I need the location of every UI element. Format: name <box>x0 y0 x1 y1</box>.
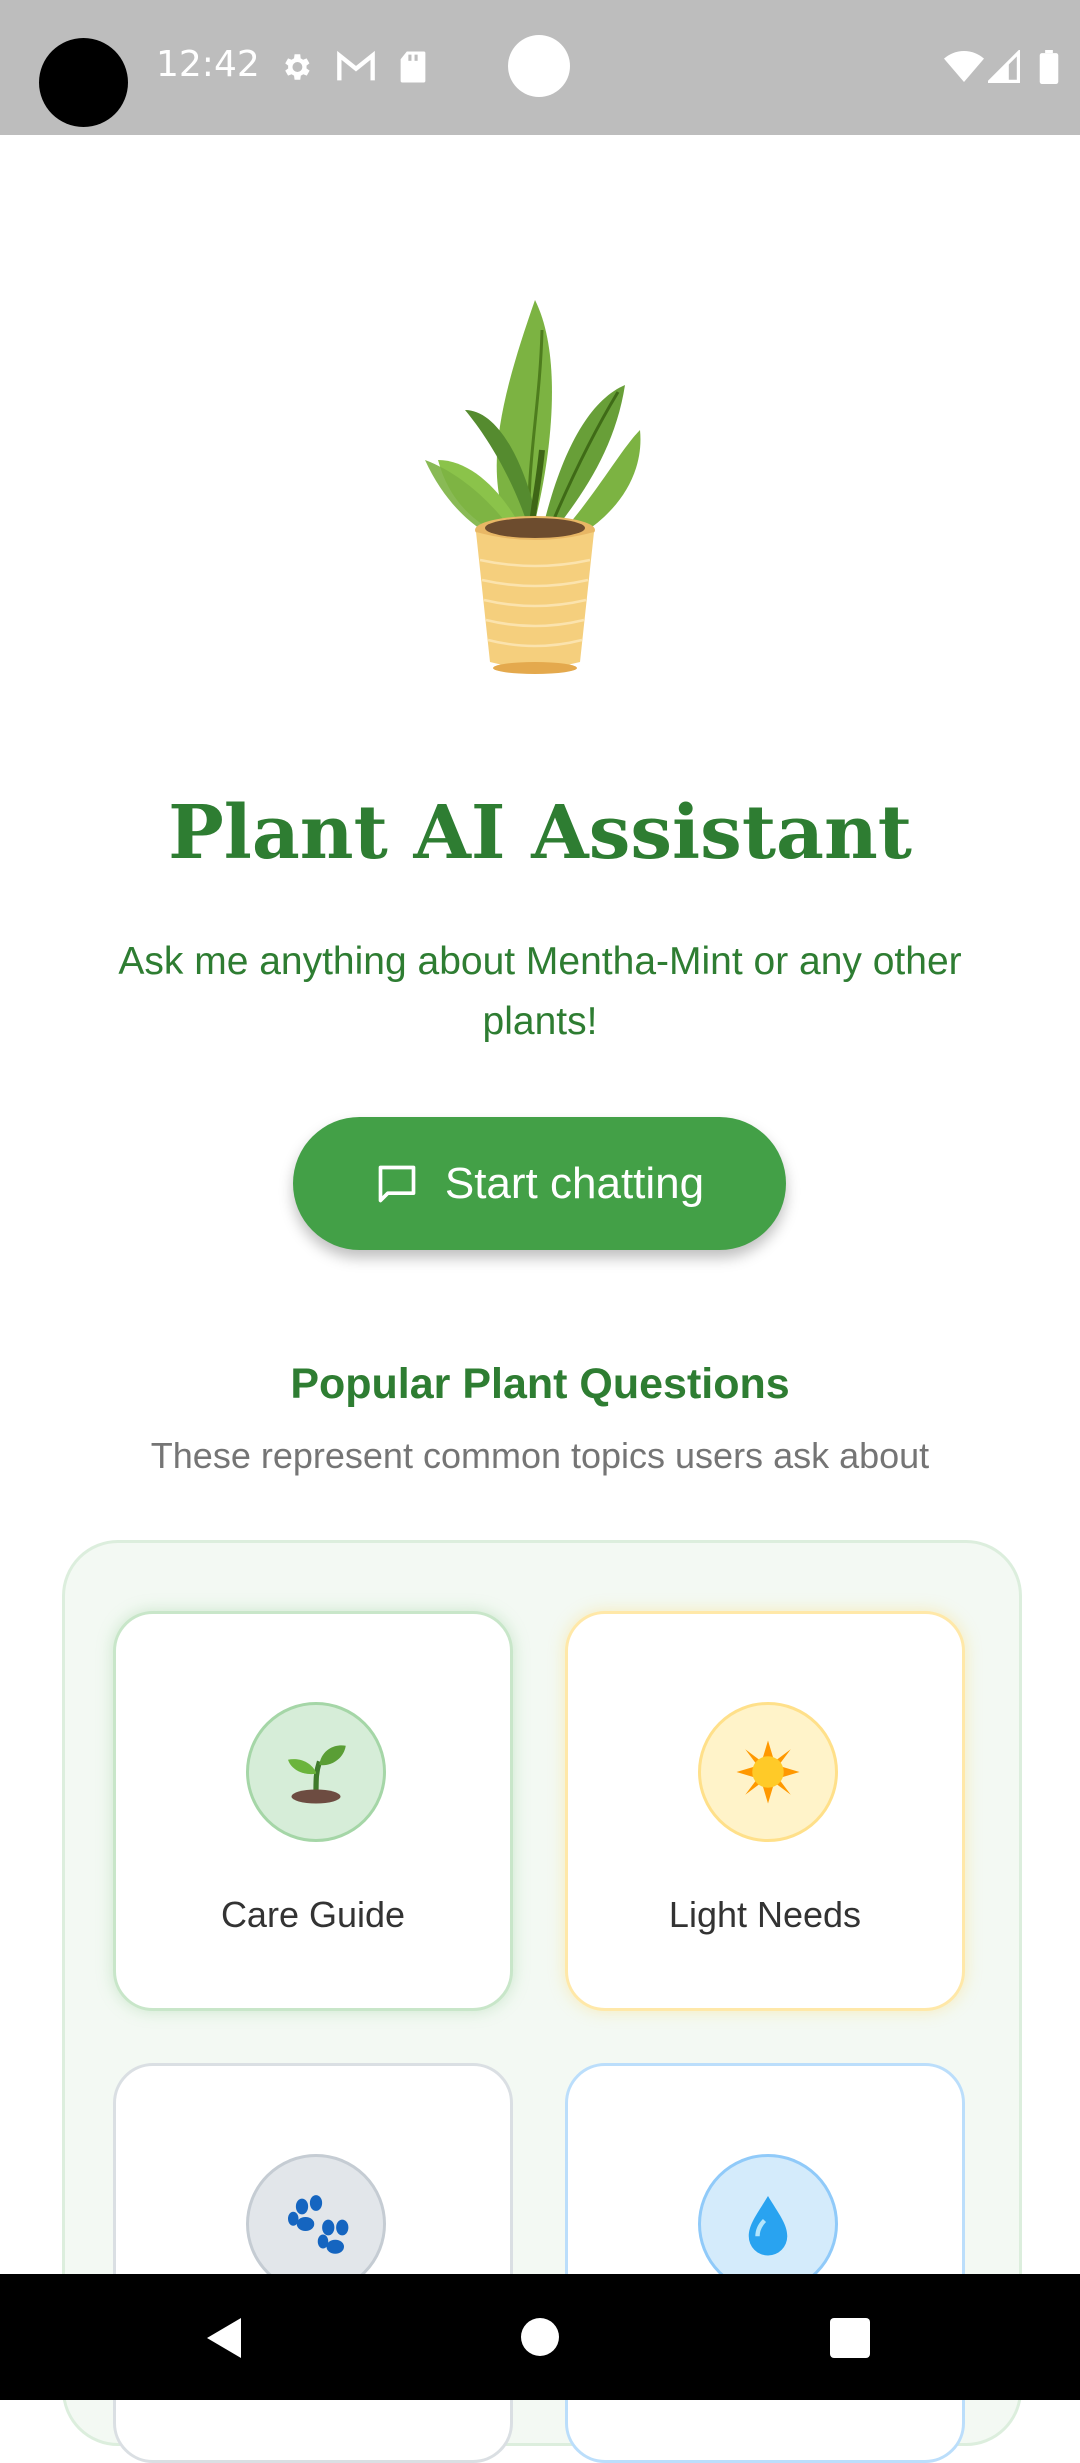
camera-cutout <box>39 38 128 127</box>
settings-icon <box>285 54 310 80</box>
back-icon[interactable] <box>204 2316 246 2360</box>
home-icon[interactable] <box>520 2317 560 2357</box>
status-bar: 12:42 <box>0 0 1080 135</box>
water-drop-icon <box>698 2154 838 2294</box>
topic-card-light-needs[interactable]: Light Needs <box>565 1611 965 2011</box>
start-chatting-button[interactable]: Start chatting <box>293 1117 786 1250</box>
recents-icon[interactable] <box>830 2318 870 2358</box>
sun-icon <box>698 1702 838 1842</box>
status-indicator-dot <box>508 35 570 97</box>
navigation-bar <box>0 2274 1080 2400</box>
section-title: Popular Plant Questions <box>290 1360 790 1408</box>
gmail-icon <box>337 50 375 81</box>
page-title: Plant AI Assistant <box>168 790 912 876</box>
topic-card-label: Light Needs <box>668 1894 862 1935</box>
seedling-icon <box>246 1702 386 1842</box>
chat-bubble-icon <box>378 1165 416 1202</box>
section-subtitle: These represent common topics users ask … <box>150 1435 930 1476</box>
start-chatting-label: Start chatting <box>444 1158 705 1208</box>
paw-icon <box>246 2154 386 2294</box>
cell-signal-icon <box>988 50 1020 83</box>
battery-icon <box>1039 50 1059 84</box>
potted-plant-illustration <box>425 300 641 674</box>
status-time: 12:42 <box>156 44 260 85</box>
page-subtitle: Ask me anything about Mentha-Mint or any… <box>118 940 962 1043</box>
topic-card-care-guide[interactable]: Care Guide <box>113 1611 513 2011</box>
topic-card-pets[interactable] <box>113 2063 513 2463</box>
wifi-icon <box>944 51 984 82</box>
topic-card-watering[interactable] <box>565 2063 965 2463</box>
sd-card-icon <box>400 51 426 83</box>
topic-card-label: Care Guide <box>220 1894 406 1935</box>
